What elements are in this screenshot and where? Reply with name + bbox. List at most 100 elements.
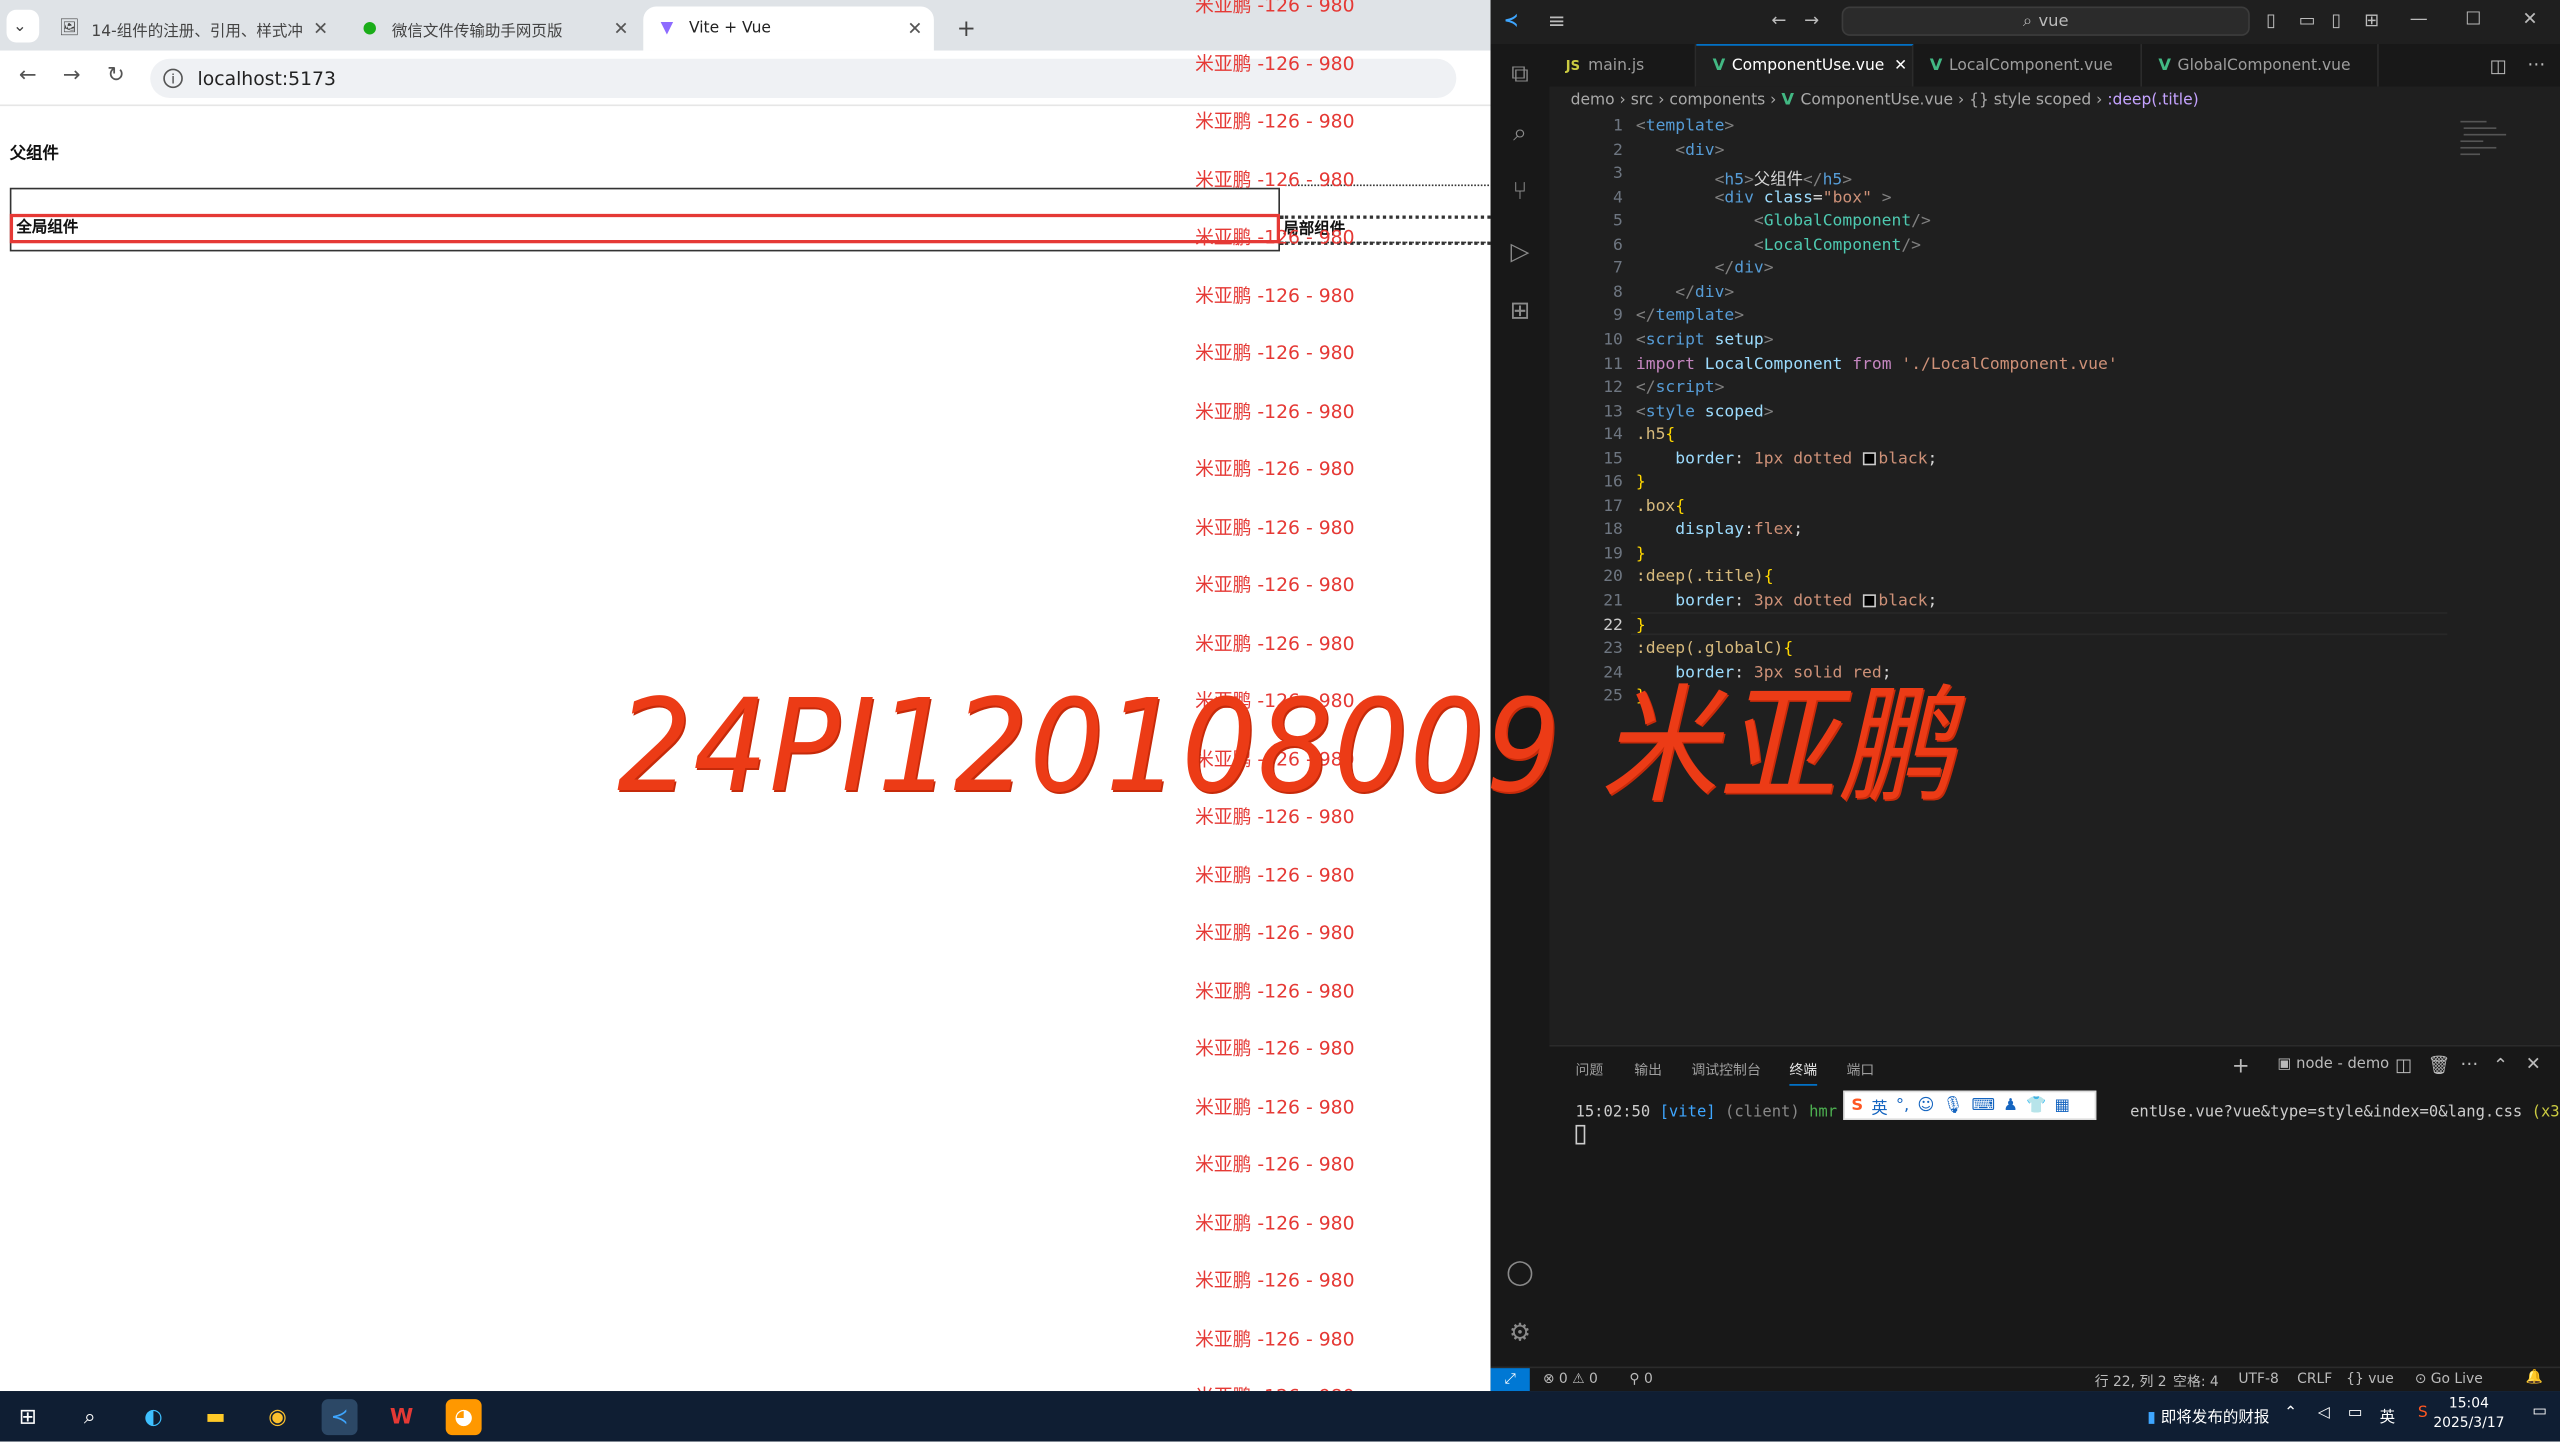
news-icon: ▮ <box>2147 1408 2156 1427</box>
panel-tab-terminal[interactable]: 终端 <box>1789 1060 1818 1086</box>
emoji-icon[interactable]: ☺ <box>1917 1096 1934 1114</box>
close-panel-icon[interactable]: ✕ <box>2526 1053 2541 1074</box>
split-terminal-icon[interactable]: ◫ <box>2395 1055 2412 1076</box>
notifications-bell-icon[interactable]: 🔔 <box>2526 1370 2543 1386</box>
search-icon[interactable]: ⌕ <box>72 1399 108 1435</box>
punctuation-icon[interactable]: °, <box>1896 1096 1909 1114</box>
tab-main-js[interactable]: JS main.js <box>1549 44 1697 87</box>
line-number: 6 <box>1613 236 1623 255</box>
panel-tab-ports[interactable]: 端口 <box>1847 1060 1875 1079</box>
line-number: 17 <box>1603 497 1623 516</box>
code-editor[interactable]: 1 <template> 2 <div> 3 <h5>父组件</h5> 4 <div c… <box>1549 114 2463 1045</box>
close-icon[interactable]: ✕ <box>614 18 629 39</box>
browser-tab-vite[interactable]: ▼ Vite + Vue ✕ <box>643 6 934 51</box>
command-center-search[interactable]: ⌕ vue <box>1841 6 2250 36</box>
toolbox-icon[interactable]: ▦ <box>2055 1096 2070 1114</box>
encoding[interactable]: UTF-8 <box>2238 1371 2278 1387</box>
breadcrumb-item[interactable]: components <box>1669 91 1765 109</box>
close-icon[interactable]: ✕ <box>313 18 328 39</box>
skin-icon[interactable]: 👕 <box>2026 1096 2046 1114</box>
go-live-button[interactable]: ⊙ Go Live <box>2415 1371 2483 1387</box>
microphone-icon[interactable]: 🎙 <box>1943 1096 1964 1114</box>
back-button[interactable]: ← <box>13 64 42 88</box>
remote-indicator-icon[interactable]: ⤢ <box>1490 1368 1530 1393</box>
breadcrumb-item[interactable]: demo <box>1571 91 1615 109</box>
run-debug-icon[interactable]: ▷ <box>1504 235 1537 268</box>
close-icon[interactable]: ✕ <box>1894 57 1907 75</box>
minimize-button[interactable]: — <box>2410 8 2428 29</box>
watermark-line: 米亚鹏 -126 - 980 <box>1195 515 1355 538</box>
account-icon[interactable]: ◯ <box>1504 1256 1537 1289</box>
browser-tab-lesson[interactable]: 🖼 14-组件的注册、引用、样式冲 ✕ <box>46 7 340 51</box>
ime-language[interactable]: 英 <box>1871 1093 1887 1118</box>
ime-toolbar[interactable]: S 英 °, ☺ 🎙 ⌨ ♟ 👕 ▦ <box>1843 1090 2097 1120</box>
clock[interactable]: 15:04 2025/3/17 <box>2433 1394 2504 1433</box>
cursor-position[interactable]: 行 22, 列 2 <box>2095 1371 2167 1391</box>
wps-icon[interactable]: W <box>384 1399 420 1435</box>
minimap[interactable] <box>2454 114 2519 179</box>
language-mode[interactable]: {} vue <box>2346 1371 2394 1387</box>
panel-tab-output[interactable]: 输出 <box>1634 1060 1662 1079</box>
news-widget[interactable]: ▮ 即将发布的财报 <box>2147 1404 2269 1427</box>
breadcrumb-item[interactable]: ComponentUse.vue <box>1801 91 1954 109</box>
new-terminal-icon[interactable]: + <box>2232 1055 2250 1079</box>
new-tab-button[interactable]: + <box>944 7 983 51</box>
ime-indicator[interactable]: 英 <box>2380 1404 2396 1427</box>
trash-icon[interactable]: 🗑 <box>2428 1055 2451 1076</box>
keyboard-icon[interactable]: ⌨ <box>1971 1096 1995 1114</box>
panel-tab-debug-console[interactable]: 调试控制台 <box>1691 1060 1760 1079</box>
source-control-icon[interactable]: ⑂ <box>1504 175 1537 208</box>
more-icon[interactable]: ⋯ <box>2460 1053 2478 1074</box>
breadcrumb-item[interactable]: src <box>1631 91 1654 109</box>
file-explorer-icon[interactable]: ▬ <box>198 1399 234 1435</box>
nav-forward-icon[interactable]: → <box>1804 10 1819 31</box>
explorer-icon[interactable]: ⧉ <box>1504 57 1537 90</box>
sogou-tray-icon[interactable]: S <box>2418 1404 2428 1422</box>
extensions-icon[interactable]: ⊞ <box>1504 294 1537 327</box>
volume-icon[interactable]: ◁ <box>2318 1404 2330 1422</box>
app-icon[interactable]: ◕ <box>445 1399 482 1436</box>
breadcrumb-item[interactable]: :deep(.title) <box>2107 91 2198 109</box>
nav-back-icon[interactable]: ← <box>1771 10 1786 31</box>
watermark-line: 米亚鹏 -126 - 980 <box>1195 225 1355 249</box>
terminal-name[interactable]: ▣ node - demo <box>2278 1056 2390 1072</box>
browser-tab-wechat[interactable]: ● 微信文件传输助手网页版 ✕ <box>346 7 640 51</box>
ports-indicator[interactable]: ⚲ 0 <box>1629 1371 1652 1387</box>
chrome-icon[interactable]: ◉ <box>260 1399 296 1435</box>
vscode-icon[interactable]: ≺ <box>321 1399 358 1436</box>
tab-globalcomponent-vue[interactable]: V GlobalComponent.vue <box>2142 44 2379 87</box>
reload-button[interactable]: ↻ <box>101 64 130 88</box>
code-line: border: 1px dotted black; <box>1675 450 1938 469</box>
layout-icon[interactable]: ⊞ <box>2364 10 2379 31</box>
settings-gear-icon[interactable]: ⚙ <box>1504 1316 1537 1349</box>
panel-tab-problems[interactable]: 问题 <box>1576 1060 1604 1079</box>
menu-icon[interactable]: ≡ <box>1548 10 1566 34</box>
toggle-sidebar-icon[interactable]: ▯ <box>2266 10 2276 31</box>
notification-center-icon[interactable]: ▭ <box>2532 1402 2547 1420</box>
toggle-panel-icon[interactable]: ▭ <box>2299 10 2316 31</box>
network-icon[interactable]: ▭ <box>2348 1404 2363 1422</box>
chevron-down-icon: ⌄ <box>13 17 27 36</box>
windows-start-icon[interactable]: ⊞ <box>10 1399 46 1435</box>
language-text: vue <box>2368 1371 2394 1388</box>
vscode-title-bar: ≺ ≡ ← → ⌕ vue ▯ ▭ ▯ ⊞ — ☐ ✕ <box>1490 0 2560 45</box>
tab-componentuse-vue[interactable]: V ComponentUse.vue ✕ <box>1696 44 1914 87</box>
indentation[interactable]: 空格: 4 <box>2173 1371 2219 1391</box>
more-actions-icon[interactable]: ⋯ <box>2527 54 2545 75</box>
breadcrumb-item[interactable]: {} style scoped <box>1969 91 2091 109</box>
edge-icon[interactable]: ◐ <box>136 1399 172 1435</box>
toggle-secondary-sidebar-icon[interactable]: ▯ <box>2331 10 2341 31</box>
search-icon[interactable]: ⌕ <box>1504 116 1537 149</box>
close-icon[interactable]: ✕ <box>907 18 922 39</box>
split-editor-icon[interactable]: ◫ <box>2490 56 2507 77</box>
line-ending[interactable]: CRLF <box>2297 1371 2332 1387</box>
problems-indicator[interactable]: ⊗ 0 ⚠ 0 <box>1543 1371 1598 1387</box>
forward-button[interactable]: → <box>57 64 86 88</box>
tab-localcomponent-vue[interactable]: V LocalComponent.vue <box>1913 44 2143 87</box>
user-icon[interactable]: ♟ <box>2003 1096 2018 1114</box>
tab-search-menu-button[interactable]: ⌄ <box>6 9 40 43</box>
close-window-button[interactable]: ✕ <box>2522 8 2537 29</box>
chevron-up-icon[interactable]: ⌃ <box>2284 1404 2297 1422</box>
maximize-button[interactable]: ☐ <box>2465 8 2481 29</box>
maximize-panel-icon[interactable]: ⌃ <box>2493 1055 2508 1076</box>
